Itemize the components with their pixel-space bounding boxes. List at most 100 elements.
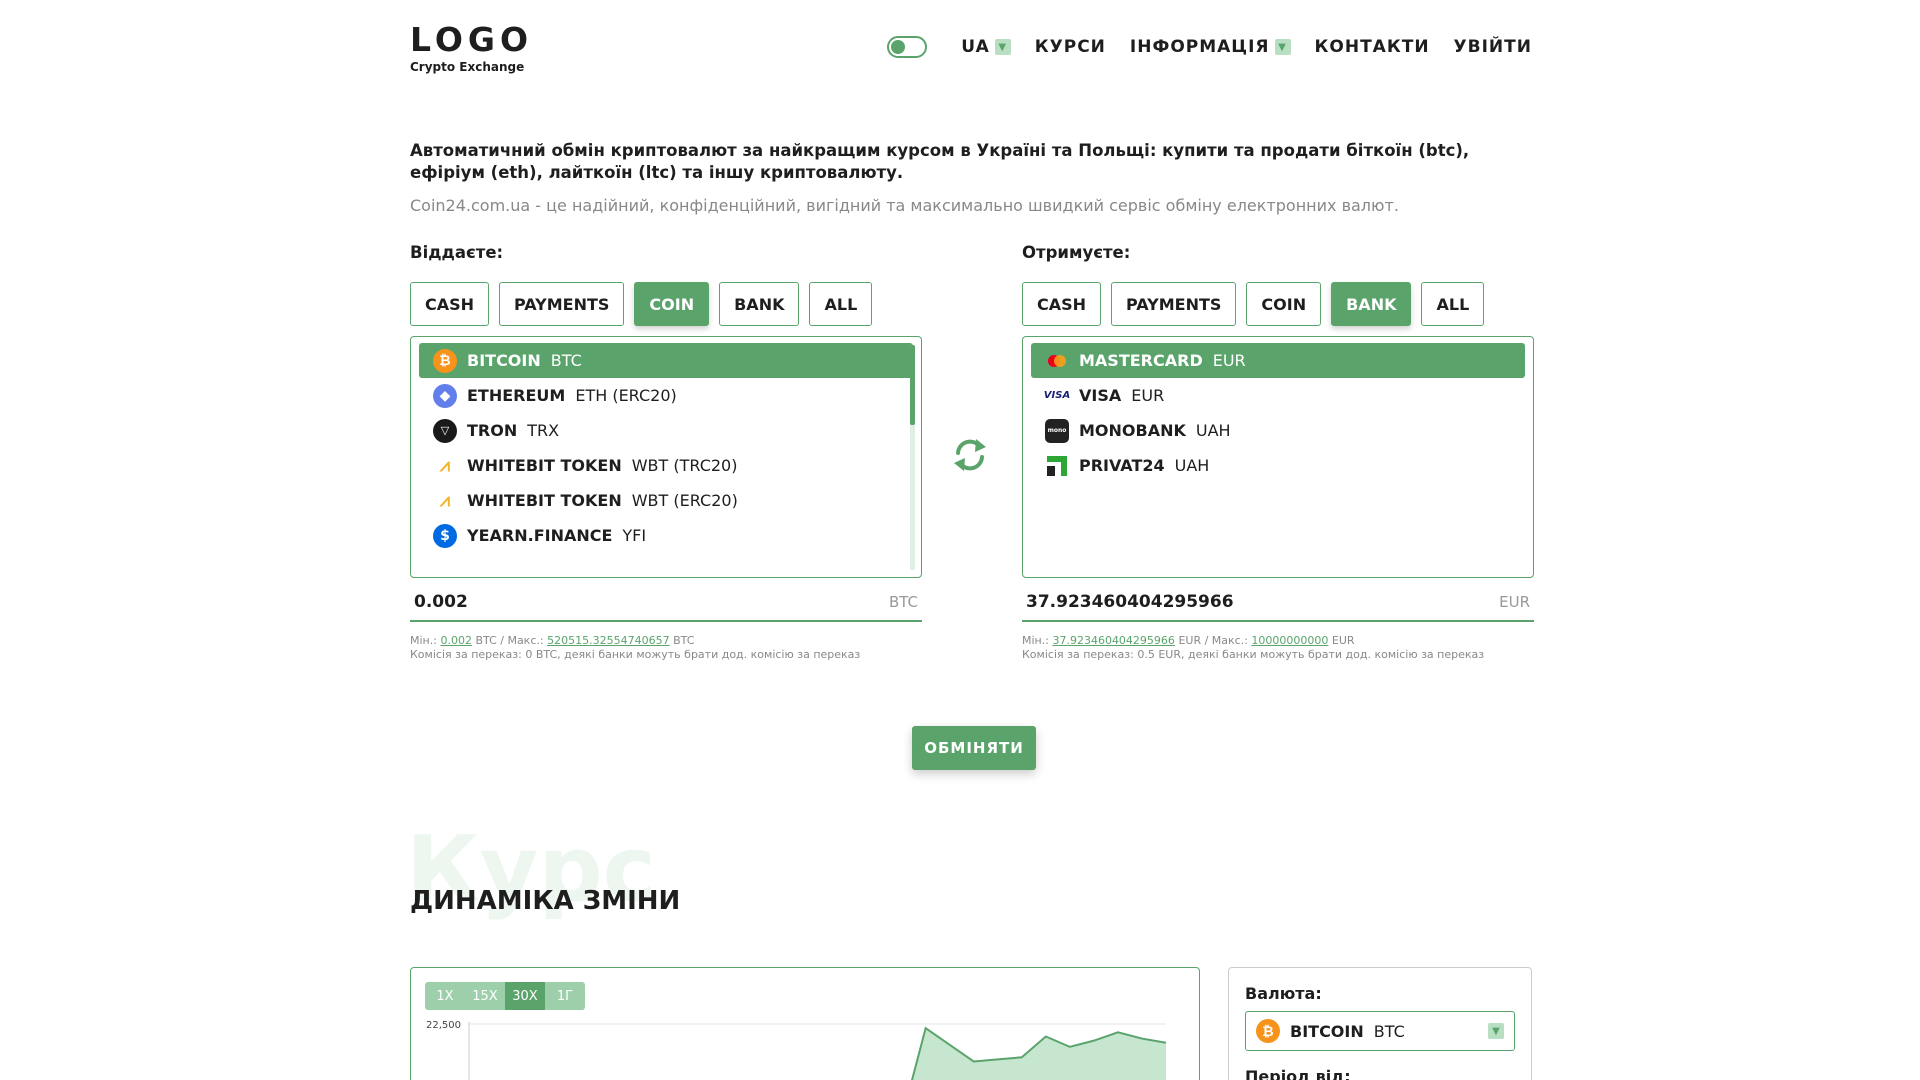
main-nav: UA ▼ КУРСИ ІНФОРМАЦІЯ ▼ КОНТАКТИ УВІЙТИ <box>887 36 1532 58</box>
give-item-bitcoin[interactable]: ₿ BITCOIN BTC <box>419 343 913 378</box>
give-list-scrollbar[interactable] <box>910 345 915 570</box>
receive-filter-all[interactable]: ALL <box>1421 282 1485 326</box>
logo[interactable]: LOGO Crypto Exchange <box>410 20 534 75</box>
bitcoin-icon: ₿ <box>1256 1019 1280 1043</box>
give-max-link[interactable]: 520515.32554740657 <box>547 634 669 647</box>
period-30d[interactable]: 30Х <box>505 982 545 1010</box>
series-area <box>912 1028 1166 1080</box>
nav-contacts[interactable]: КОНТАКТИ <box>1315 37 1430 57</box>
give-amount-field[interactable]: 0.002 BTC <box>410 584 922 622</box>
give-label: Віддаєте: <box>410 243 504 262</box>
item-name: VISA <box>1079 386 1122 405</box>
receive-item-mastercard[interactable]: MASTERCARD EUR <box>1031 343 1525 378</box>
period-1d[interactable]: 1Х <box>425 982 465 1010</box>
max-label: BTC / Макс.: <box>475 634 544 647</box>
give-filters: CASH PAYMENTS COIN BANK ALL <box>410 282 922 326</box>
item-name: PRIVAT24 <box>1079 456 1165 475</box>
item-name: ETHEREUM <box>467 386 566 405</box>
item-name: MONOBANK <box>1079 421 1186 440</box>
give-column: Віддаєте: CASH PAYMENTS COIN BANK ALL ₿ … <box>410 242 922 662</box>
ethereum-icon: ◆ <box>433 383 457 408</box>
give-currency-list: ₿ BITCOIN BTC ◆ ETHEREUM ETH (ERC20) ▽ T… <box>410 336 922 578</box>
item-code: WBT (TRC20) <box>631 456 738 475</box>
rate-chart: 22,500 1Х 15Х 30Х 1Г <box>410 967 1200 1080</box>
intro-subtitle: Coin24.com.ua - це надійний, конфіденцій… <box>410 196 1399 215</box>
min-label: Мін.: <box>410 634 437 647</box>
give-min-link[interactable]: 0.002 <box>440 634 472 647</box>
receive-label: Отримуєте: <box>1022 243 1131 262</box>
give-item-tron[interactable]: ▽ TRON TRX <box>419 413 913 448</box>
yearn-icon: $ <box>433 523 457 548</box>
give-amount-unit: BTC <box>888 593 918 611</box>
period-15d[interactable]: 15Х <box>465 982 505 1010</box>
intro-title: Автоматичний обмін криптовалют за найкра… <box>410 141 1470 182</box>
item-code: BTC <box>550 351 582 370</box>
currency-label: Валюта: <box>1245 984 1322 1003</box>
receive-max-link[interactable]: 10000000000 <box>1251 634 1328 647</box>
nav-info[interactable]: ІНФОРМАЦІЯ ▼ <box>1130 37 1291 57</box>
currency-select[interactable]: ₿ BITCOIN BTC ▼ <box>1245 1011 1515 1051</box>
item-code: WBT (ERC20) <box>631 491 738 510</box>
receive-item-visa[interactable]: VISA VISA EUR <box>1031 378 1525 413</box>
give-item-whitebit-erc20[interactable]: ⩘ WHITEBIT TOKEN WBT (ERC20) <box>419 483 913 518</box>
give-item-yearn[interactable]: $ YEARN.FINANCE YFI <box>419 518 913 553</box>
receive-filter-bank[interactable]: BANK <box>1331 282 1412 326</box>
item-code: YFI <box>622 526 647 545</box>
give-filter-coin[interactable]: COIN <box>634 282 710 326</box>
theme-toggle-wrap <box>887 36 928 58</box>
period-buttons: 1Х 15Х 30Х 1Г <box>425 982 585 1010</box>
tron-icon: ▽ <box>433 418 457 443</box>
privat24-icon <box>1047 455 1067 476</box>
whitebit-icon: ⩘ <box>439 455 451 476</box>
y-tick-label: 22,500 <box>426 1020 461 1031</box>
max-label: EUR / Макс.: <box>1178 634 1248 647</box>
item-code: ETH (ERC20) <box>575 386 677 405</box>
item-code: UAH <box>1174 456 1210 475</box>
give-minmax: Мін.: 0.002 BTC / Макс.: 520515.32554740… <box>410 634 922 648</box>
logo-subtitle: Crypto Exchange <box>410 60 525 74</box>
nav-rates[interactable]: КУРСИ <box>1035 37 1106 57</box>
receive-item-privat24[interactable]: PRIVAT24 UAH <box>1031 448 1525 483</box>
give-limits: Мін.: 0.002 BTC / Макс.: 520515.32554740… <box>410 634 922 662</box>
give-filter-all[interactable]: ALL <box>809 282 873 326</box>
period-1y[interactable]: 1Г <box>545 982 585 1010</box>
give-filter-payments[interactable]: PAYMENTS <box>499 282 625 326</box>
receive-amount-unit: EUR <box>1499 593 1530 611</box>
language-select[interactable]: UA ▼ <box>961 37 1011 57</box>
give-item-ethereum[interactable]: ◆ ETHEREUM ETH (ERC20) <box>419 378 913 413</box>
give-item-whitebit-trc20[interactable]: ⩘ WHITEBIT TOKEN WBT (TRC20) <box>419 448 913 483</box>
chevron-down-icon: ▼ <box>1274 39 1291 55</box>
scrollbar-thumb[interactable] <box>910 345 915 425</box>
item-name: TRON <box>467 421 518 440</box>
nav-contacts-label: КОНТАКТИ <box>1314 37 1430 57</box>
give-filter-bank[interactable]: BANK <box>719 282 800 326</box>
chevron-down-icon: ▼ <box>994 39 1011 55</box>
currency-name: BITCOIN <box>1290 1021 1364 1041</box>
bitcoin-icon: ₿ <box>433 348 457 373</box>
receive-filter-cash[interactable]: CASH <box>1022 282 1102 326</box>
receive-item-monobank[interactable]: mono MONOBANK UAH <box>1031 413 1525 448</box>
logo-title: LOGO <box>410 20 534 59</box>
nav-rates-label: КУРСИ <box>1034 37 1106 57</box>
give-amount-value[interactable]: 0.002 <box>414 592 468 612</box>
min-label: Мін.: <box>1022 634 1049 647</box>
item-code: UAH <box>1195 421 1231 440</box>
receive-min-link[interactable]: 37.923460404295966 <box>1052 634 1174 647</box>
receive-limits: Мін.: 37.923460404295966 EUR / Макс.: 10… <box>1022 634 1534 662</box>
item-name: MASTERCARD <box>1079 351 1203 370</box>
nav-info-label: ІНФОРМАЦІЯ <box>1129 37 1270 57</box>
theme-toggle[interactable] <box>887 36 928 58</box>
language-label: UA <box>961 37 990 57</box>
chevron-down-icon: ▼ <box>1488 1023 1504 1039</box>
receive-fee: Комісія за переказ: 0.5 EUR, деякі банки… <box>1022 648 1485 661</box>
nav-login[interactable]: УВІЙТИ <box>1454 37 1532 57</box>
swap-icon[interactable] <box>950 435 990 475</box>
receive-filter-payments[interactable]: PAYMENTS <box>1111 282 1237 326</box>
rates-section-title: ДИНАМІКА ЗМІНИ <box>410 886 681 916</box>
receive-amount-field[interactable]: 37.923460404295966 EUR <box>1022 584 1534 622</box>
item-name: WHITEBIT TOKEN <box>467 456 622 475</box>
receive-amount-value[interactable]: 37.923460404295966 <box>1026 592 1234 612</box>
give-filter-cash[interactable]: CASH <box>410 282 490 326</box>
receive-filter-coin[interactable]: COIN <box>1246 282 1322 326</box>
exchange-button[interactable]: ОБМІНЯТИ <box>912 726 1036 770</box>
